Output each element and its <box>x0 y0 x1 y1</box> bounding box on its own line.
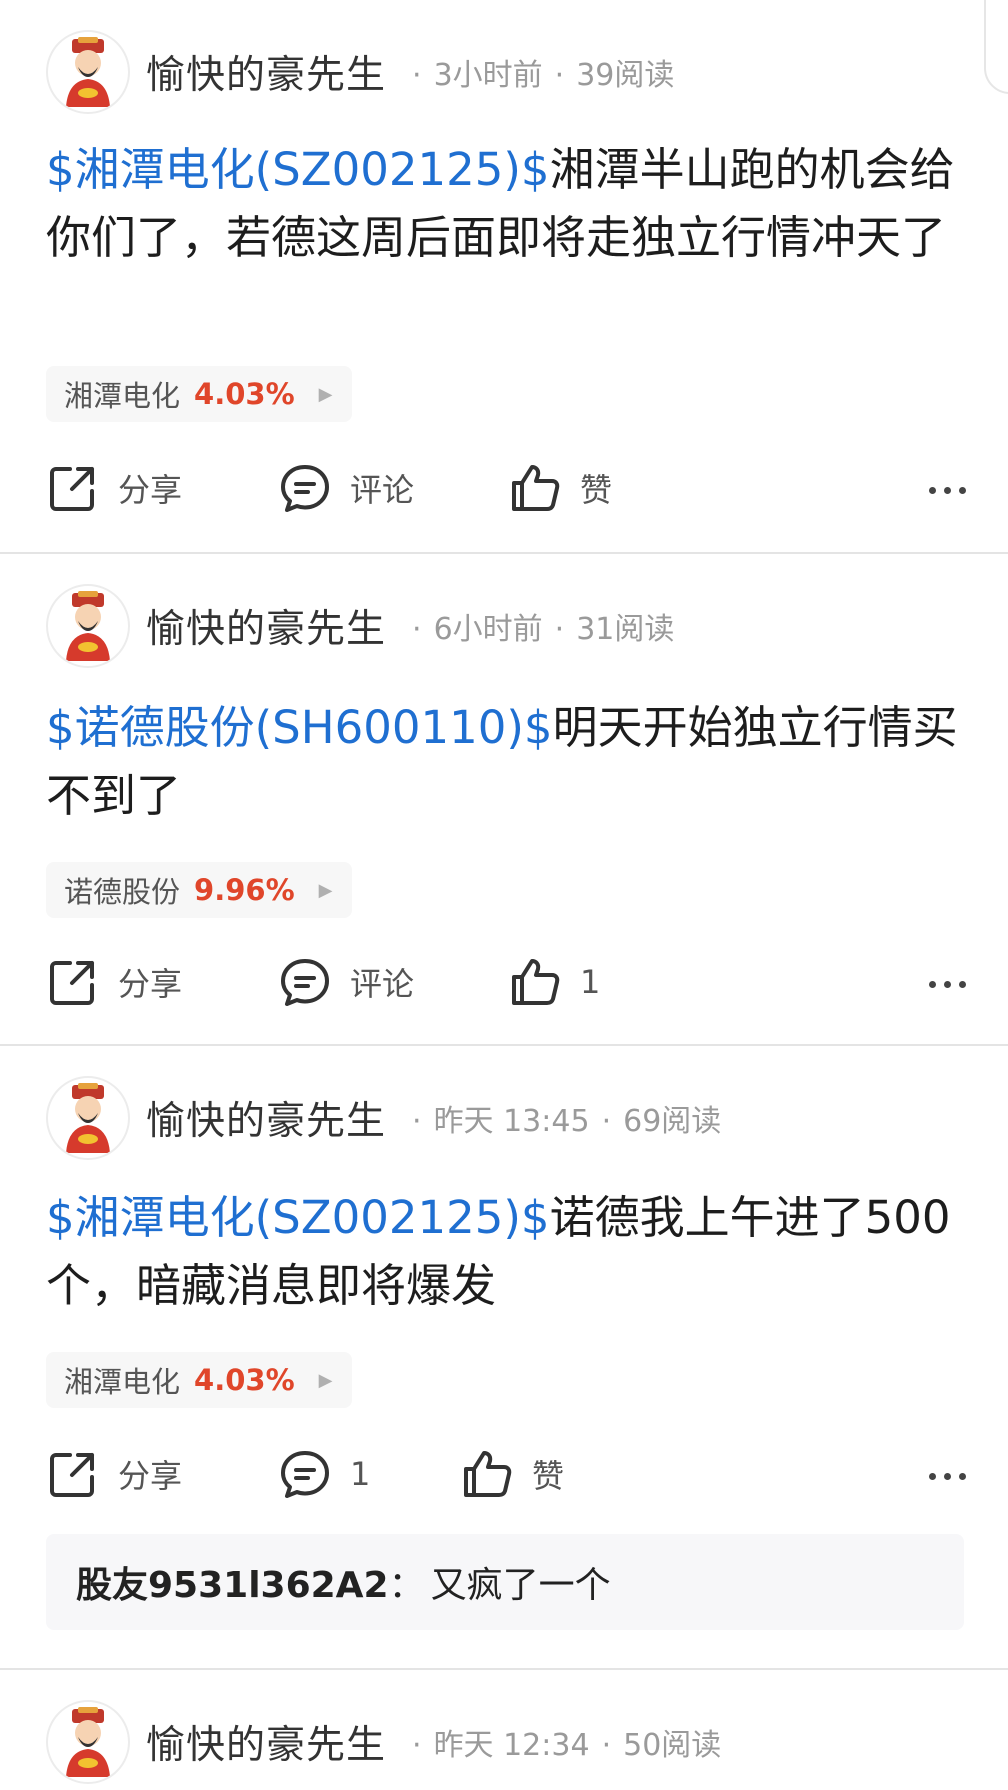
stock-tag-name: 湘潭电化 <box>64 1365 181 1399</box>
more-dots-icon <box>921 479 966 498</box>
like-button[interactable]: 赞 <box>460 1444 564 1504</box>
avatar[interactable] <box>46 30 130 114</box>
play-triangle-icon: ▶ <box>318 879 333 901</box>
share-icon <box>50 1453 94 1497</box>
comment-icon <box>281 1451 329 1498</box>
comment-text: 又疯了一个 <box>430 1565 611 1606</box>
comment-label: 评论 <box>350 471 415 509</box>
read-count: 69阅读 <box>623 1104 722 1139</box>
post-card[interactable]: 愉快的豪先生 · 昨天 12:34 · 50阅读 <box>0 1670 1008 1790</box>
post-time: 昨天 13:45 <box>433 1104 590 1139</box>
like-label: 赞 <box>532 1457 565 1495</box>
stock-tag-name: 诺德股份 <box>64 875 181 909</box>
post-header: 愉快的豪先生 · 6小时前 · 31阅读 <box>46 584 674 668</box>
post-card[interactable]: 愉快的豪先生 · 3小时前 · 39阅读 $湘潭电化(SZ002125)$湘潭半山跑的… <box>0 0 1008 554</box>
stock-link[interactable]: $诺德股份(SH600110)$ <box>46 701 553 754</box>
post-feed: 愉快的豪先生 · 3小时前 · 39阅读 $湘潭电化(SZ002125)$湘潭半山跑的… <box>0 0 1008 1790</box>
stock-tag-name: 湘潭电化 <box>64 379 181 413</box>
more-button[interactable] <box>921 1444 966 1504</box>
comment-separator: ： <box>388 1565 425 1606</box>
stock-link[interactable]: $湘潭电化(SZ002125)$ <box>46 143 550 196</box>
post-meta: · 昨天 12:34 · 50阅读 <box>412 1728 722 1763</box>
more-dots-icon <box>921 973 966 992</box>
commenter-name[interactable]: 股友9531l362A2 <box>76 1556 389 1608</box>
post-content[interactable]: $诺德股份(SH600110)$明天开始独立行情买不到了 <box>46 694 966 830</box>
stock-tag[interactable]: 诺德股份 9.96% ▶ <box>46 862 353 918</box>
comment-label: 评论 <box>350 965 415 1003</box>
post-meta: · 3小时前 · 39阅读 <box>412 58 675 93</box>
comment-button[interactable]: 评论 <box>278 458 414 518</box>
thumbs-up-icon <box>512 465 560 511</box>
avatar[interactable] <box>46 584 130 668</box>
stock-tag[interactable]: 湘潭电化 4.03% ▶ <box>46 366 353 422</box>
share-button[interactable]: 分享 <box>46 1444 182 1504</box>
share-label: 分享 <box>118 965 183 1003</box>
comment-preview[interactable]: 股友9531l362A2：又疯了一个 <box>46 1534 964 1630</box>
share-icon <box>50 467 94 511</box>
avatar[interactable] <box>46 1700 130 1784</box>
stock-tag-change: 9.96% <box>194 873 295 907</box>
thumbs-up-icon <box>512 959 560 1005</box>
action-bar: 分享 评论 1 <box>46 952 966 1012</box>
action-bar: 分享 1 赞 <box>46 1444 966 1504</box>
comment-button[interactable]: 1 <box>278 1444 370 1504</box>
post-card[interactable]: 愉快的豪先生 · 昨天 13:45 · 69阅读 $湘潭电化(SZ002125)$诺德… <box>0 1046 1008 1670</box>
share-button[interactable]: 分享 <box>46 952 182 1012</box>
post-content[interactable]: $湘潭电化(SZ002125)$湘潭半山跑的机会给你们了，若德这周后面即将走独立… <box>46 136 966 272</box>
author-name[interactable]: 愉快的豪先生 <box>146 1714 386 1770</box>
share-icon <box>50 961 94 1005</box>
more-button[interactable] <box>921 952 966 1012</box>
caishen-avatar-icon <box>66 1707 110 1777</box>
share-label: 分享 <box>118 1457 183 1495</box>
action-bar: 分享 评论 赞 <box>46 458 966 518</box>
caishen-avatar-icon <box>66 37 110 107</box>
caishen-avatar-icon <box>66 1083 110 1153</box>
avatar[interactable] <box>46 1076 130 1160</box>
post-time: 6小时前 <box>433 612 543 647</box>
comment-button[interactable]: 评论 <box>278 952 414 1012</box>
post-time: 昨天 12:34 <box>433 1728 590 1763</box>
like-button[interactable]: 1 <box>508 952 600 1012</box>
post-meta: · 昨天 13:45 · 69阅读 <box>412 1104 722 1139</box>
post-header: 愉快的豪先生 · 昨天 13:45 · 69阅读 <box>46 1076 721 1160</box>
stock-link[interactable]: $湘潭电化(SZ002125)$ <box>46 1191 550 1244</box>
like-button[interactable]: 赞 <box>508 458 612 518</box>
thumbs-up-icon <box>464 1451 512 1497</box>
author-name[interactable]: 愉快的豪先生 <box>146 44 386 100</box>
play-triangle-icon: ▶ <box>318 383 333 405</box>
post-meta: · 6小时前 · 31阅读 <box>412 612 675 647</box>
read-count: 39阅读 <box>576 58 675 93</box>
more-dots-icon <box>921 1465 966 1484</box>
read-count: 31阅读 <box>576 612 675 647</box>
post-header: 愉快的豪先生 · 3小时前 · 39阅读 <box>46 30 674 114</box>
post-content[interactable]: $湘潭电化(SZ002125)$诺德我上午进了500个，暗藏消息即将爆发 <box>46 1184 966 1320</box>
post-header: 愉快的豪先生 · 昨天 12:34 · 50阅读 <box>46 1700 721 1784</box>
post-time: 3小时前 <box>433 58 543 93</box>
read-count: 50阅读 <box>623 1728 722 1763</box>
like-label: 赞 <box>580 471 613 509</box>
comment-icon <box>281 959 329 1006</box>
share-label: 分享 <box>118 471 183 509</box>
author-name[interactable]: 愉快的豪先生 <box>146 598 386 654</box>
share-button[interactable]: 分享 <box>46 458 182 518</box>
more-button[interactable] <box>921 458 966 518</box>
play-triangle-icon: ▶ <box>318 1369 333 1391</box>
like-count: 1 <box>580 963 601 1001</box>
post-card[interactable]: 愉快的豪先生 · 6小时前 · 31阅读 $诺德股份(SH600110)$明天开始独立… <box>0 554 1008 1046</box>
stock-tag[interactable]: 湘潭电化 4.03% ▶ <box>46 1352 353 1408</box>
comment-count: 1 <box>350 1455 371 1493</box>
stock-tag-change: 4.03% <box>194 377 295 411</box>
author-name[interactable]: 愉快的豪先生 <box>146 1090 386 1146</box>
comment-icon <box>281 465 329 512</box>
caishen-avatar-icon <box>66 591 110 661</box>
stock-tag-change: 4.03% <box>194 1363 295 1397</box>
